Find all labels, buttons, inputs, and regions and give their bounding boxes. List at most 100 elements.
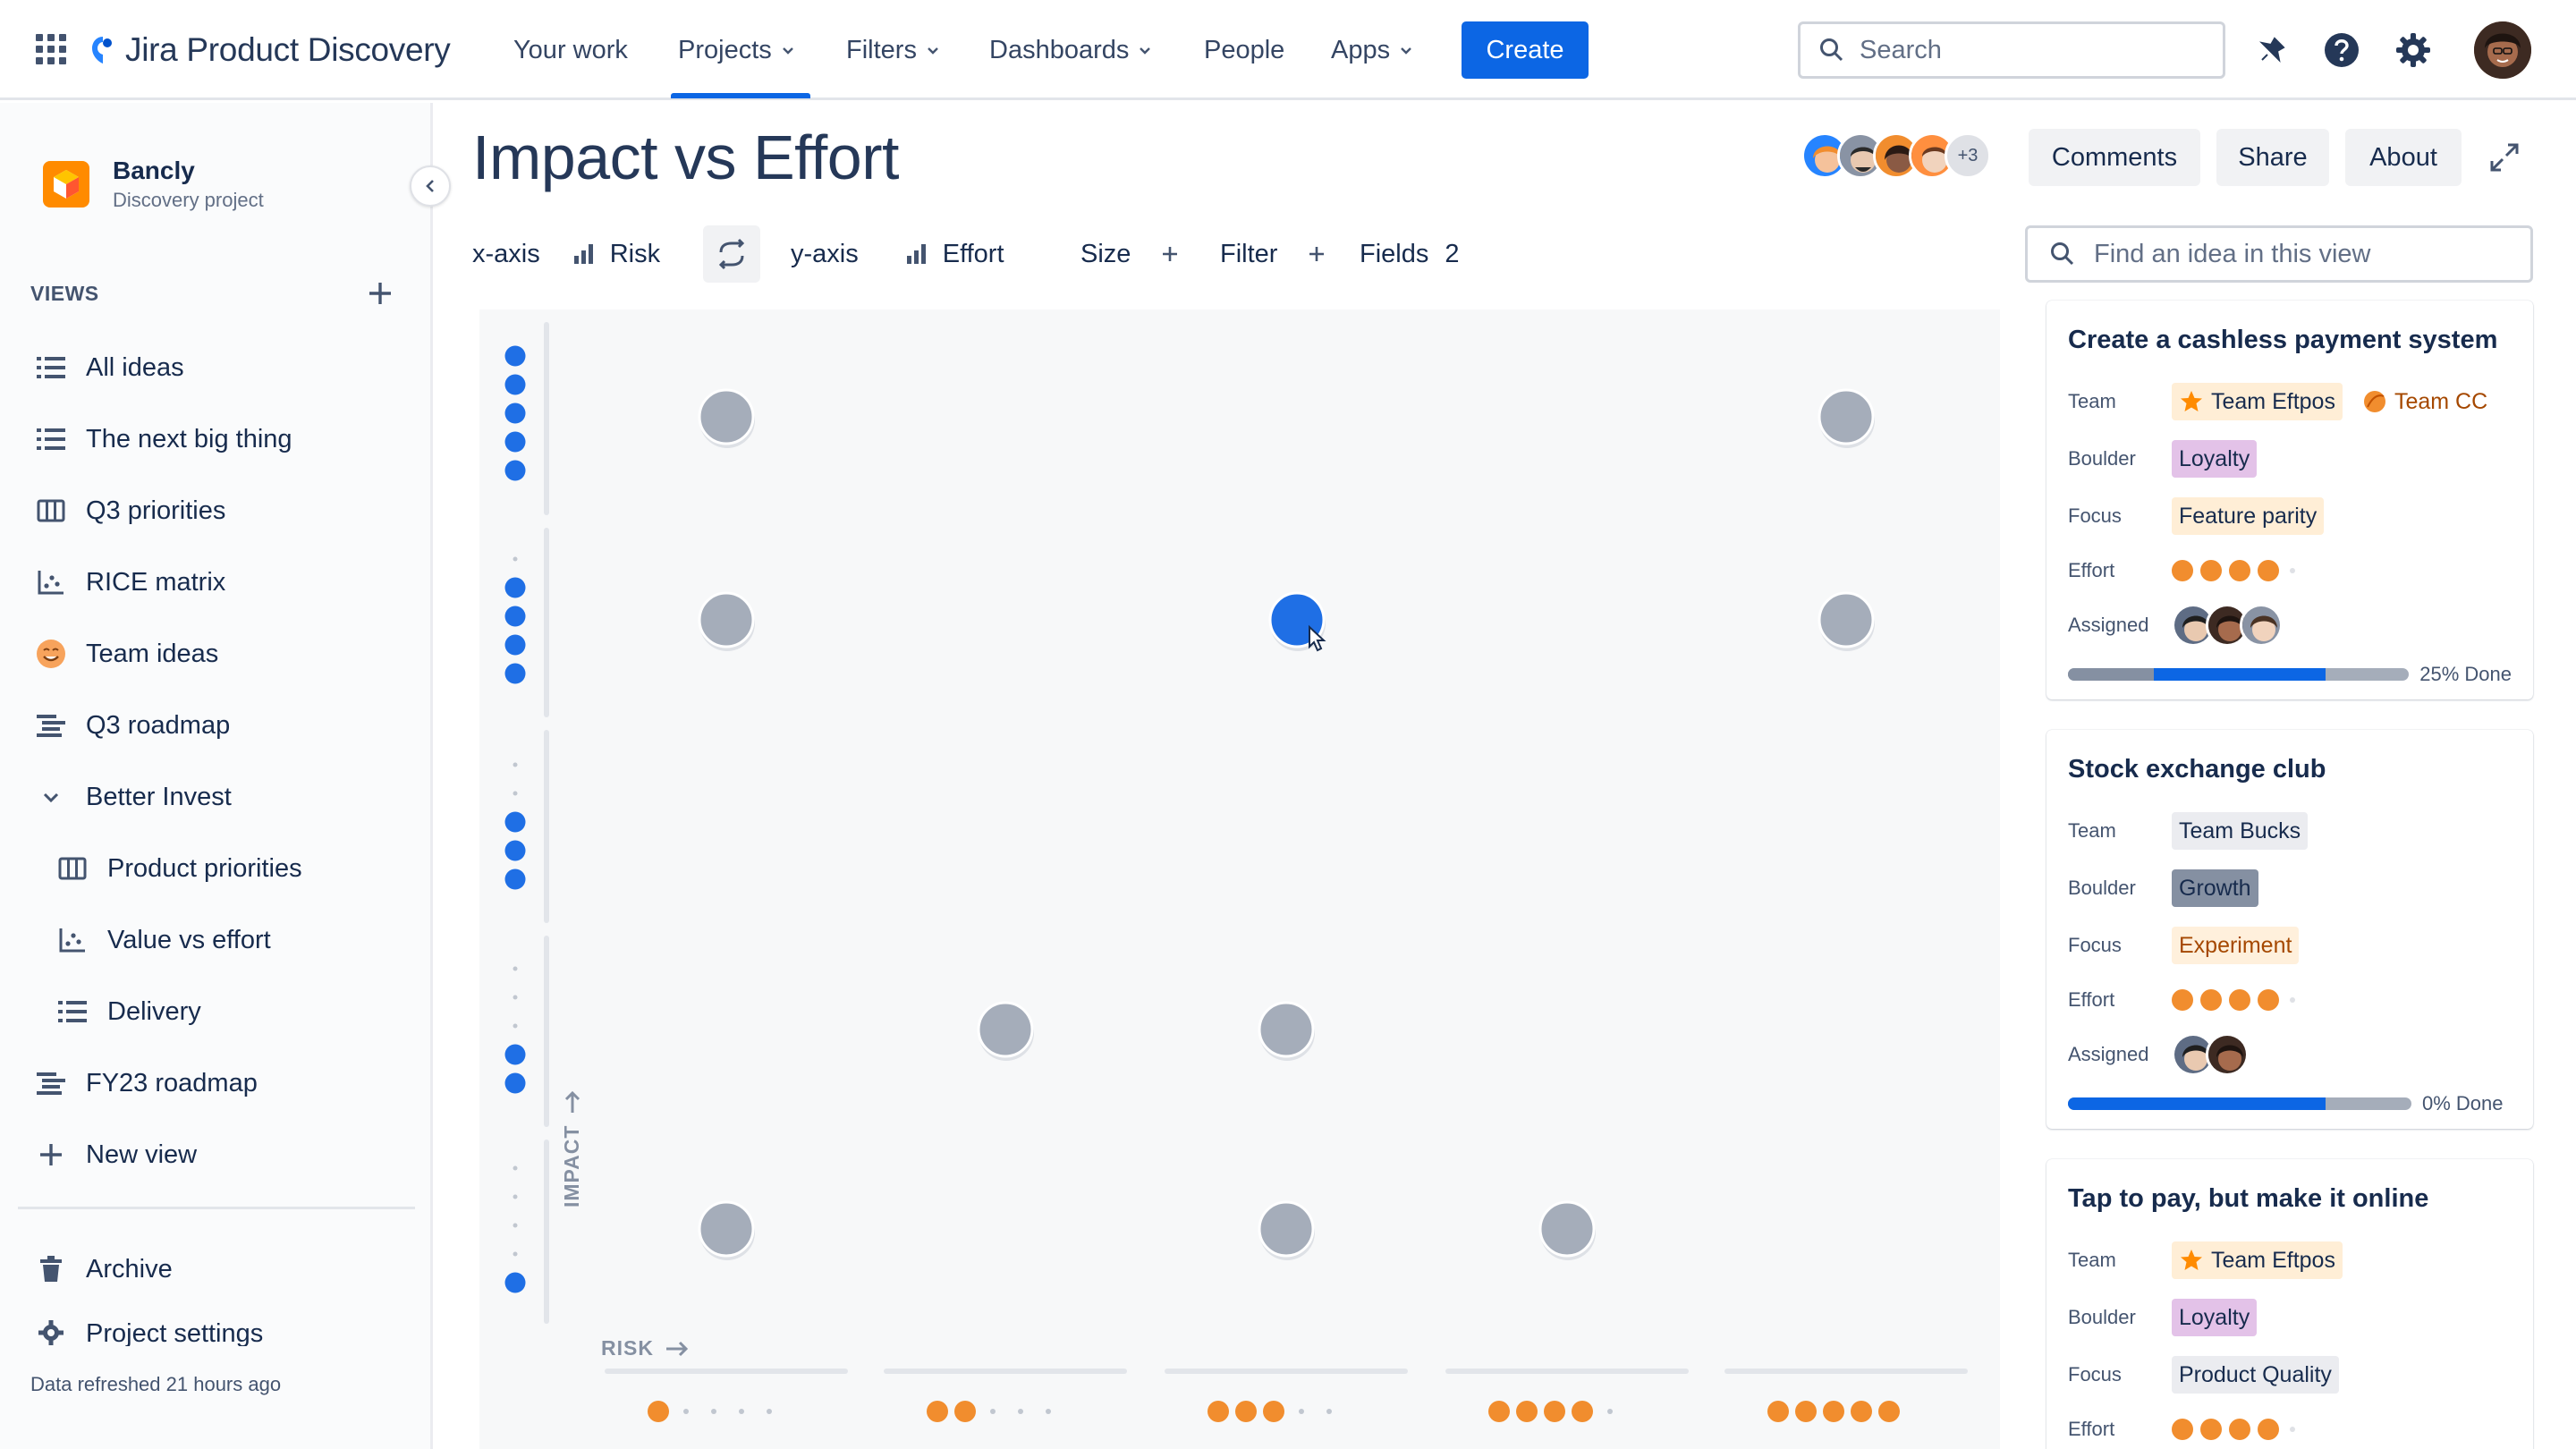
nav-dashboards[interactable]: Dashboards	[989, 25, 1152, 75]
idea-card[interactable]: Stock exchange club Team Team Bucks Bould…	[2046, 730, 2533, 1129]
idea-point-circle[interactable]	[698, 388, 755, 445]
nav-people[interactable]: People	[1204, 25, 1284, 75]
x-axis-control[interactable]: x-axis Risk	[472, 227, 660, 281]
sidebar-divider	[18, 1207, 415, 1209]
idea-point[interactable]	[1538, 1200, 1596, 1260]
idea-card[interactable]: Create a cashless payment system Team Tea…	[2046, 301, 2533, 699]
idea-point[interactable]	[698, 1200, 755, 1260]
find-idea-input[interactable]: Find an idea in this view	[2025, 225, 2533, 283]
idea-point-circle[interactable]	[1258, 1001, 1315, 1058]
assigned-avatars[interactable]	[2172, 1033, 2249, 1076]
idea-point-circle[interactable]	[698, 1200, 755, 1258]
focus-chip[interactable]: Product Quality	[2172, 1356, 2339, 1394]
fields-control[interactable]: Fields 2	[1360, 227, 1460, 281]
help-icon[interactable]	[2322, 30, 2361, 70]
boulder-chip[interactable]: Loyalty	[2172, 1299, 2258, 1336]
idea-point[interactable]	[1268, 591, 1326, 652]
sidebar-item-fy23-roadmap[interactable]: FY23 roadmap	[36, 1056, 258, 1110]
field-number-icon	[573, 244, 593, 264]
collapse-sidebar-button[interactable]	[410, 165, 451, 207]
sidebar-item-product-priorities[interactable]: Product priorities	[57, 842, 302, 895]
app-switcher-icon[interactable]	[36, 34, 66, 64]
add-view-icon[interactable]	[365, 278, 395, 309]
about-button[interactable]: About	[2345, 129, 2462, 186]
idea-point-circle[interactable]	[1538, 1200, 1596, 1258]
focus-chip[interactable]: Experiment	[2172, 927, 2300, 964]
sidebar-item-next-big-thing[interactable]: The next big thing	[36, 412, 292, 466]
progress-text: 0% Done	[2422, 1092, 2504, 1114]
nav-filters[interactable]: Filters	[846, 25, 940, 75]
effort-dot	[2200, 560, 2222, 581]
boulder-chip[interactable]: Growth	[2172, 869, 2258, 907]
nav-projects[interactable]: Projects	[678, 25, 795, 75]
idea-card[interactable]: Tap to pay, but make it online Team Team …	[2046, 1159, 2533, 1449]
create-button[interactable]: Create	[1462, 21, 1589, 79]
idea-point[interactable]	[1818, 388, 1875, 448]
fullscreen-icon[interactable]	[2485, 138, 2524, 177]
y-axis-dot	[513, 1023, 518, 1029]
nav-item-label: Filters	[846, 35, 917, 64]
effort-rating[interactable]	[2172, 989, 2295, 1011]
idea-point[interactable]	[977, 1001, 1034, 1061]
sidebar-group-better-invest[interactable]: Better Invest	[36, 770, 232, 824]
idea-point[interactable]	[698, 591, 755, 651]
idea-point-circle[interactable]	[1818, 591, 1875, 648]
idea-point-circle[interactable]	[1258, 1200, 1315, 1258]
global-search-input[interactable]: Search	[1798, 21, 2225, 79]
idea-point-circle[interactable]	[1818, 388, 1875, 445]
idea-point-circle[interactable]	[698, 591, 755, 648]
sidebar-item-project-settings[interactable]: Project settings	[36, 1314, 263, 1346]
idea-point[interactable]	[1818, 591, 1875, 651]
idea-card-title[interactable]: Stock exchange club	[2068, 755, 2512, 784]
product-logo[interactable]: Jira Product Discovery	[89, 25, 451, 75]
collaborator-avatars[interactable]: +3	[1801, 132, 1991, 179]
boulder-chip[interactable]: Loyalty	[2172, 440, 2258, 478]
settings-icon[interactable]	[2394, 30, 2433, 70]
x-axis-dot	[1018, 1409, 1023, 1414]
chevron-down-icon	[1140, 47, 1151, 55]
swap-axes-button[interactable]	[703, 225, 760, 283]
share-button[interactable]: Share	[2216, 129, 2329, 186]
sidebar-item-rice-matrix[interactable]: RICE matrix	[36, 555, 225, 609]
user-avatar[interactable]	[2474, 21, 2531, 79]
effort-rating[interactable]	[2172, 1419, 2295, 1440]
nav-your-work[interactable]: Your work	[513, 25, 628, 75]
effort-rating[interactable]	[2172, 560, 2295, 581]
progress-inprogress-segment	[2154, 668, 2326, 681]
team-chip[interactable]: Team Eftpos	[2172, 1241, 2343, 1279]
swap-icon	[718, 238, 745, 270]
project-header[interactable]: Bancly Discovery project	[43, 157, 264, 212]
team-chip[interactable]: Team Eftpos	[2172, 383, 2343, 420]
idea-card-title[interactable]: Create a cashless payment system	[2068, 326, 2512, 355]
sidebar-item-q3-roadmap[interactable]: Q3 roadmap	[36, 699, 230, 752]
idea-point[interactable]	[698, 388, 755, 448]
sidebar-item-label: The next big thing	[86, 424, 292, 453]
focus-chip[interactable]: Feature parity	[2172, 497, 2325, 535]
team-chip[interactable]: Team Bucks	[2172, 812, 2309, 850]
idea-point[interactable]	[1258, 1001, 1315, 1061]
assigned-avatars[interactable]	[2172, 604, 2283, 647]
new-view-button[interactable]: New view	[36, 1128, 197, 1182]
sidebar-item-archive[interactable]: Archive	[36, 1242, 173, 1296]
sidebar-item-value-vs-effort[interactable]: Value vs effort	[57, 913, 271, 967]
comments-button[interactable]: Comments	[2029, 129, 2200, 186]
size-control[interactable]: Size	[1080, 227, 1181, 281]
notifications-icon[interactable]	[2252, 30, 2292, 70]
x-axis-title-text: RISK	[601, 1336, 654, 1360]
sidebar-item-delivery[interactable]: Delivery	[57, 985, 201, 1038]
size-label: Size	[1080, 239, 1131, 268]
sidebar-item-all-ideas[interactable]: All ideas	[36, 341, 184, 394]
y-axis-dot	[504, 460, 526, 481]
field-label: Effort	[2068, 559, 2115, 581]
sidebar-item-team-ideas[interactable]: Team ideas	[36, 627, 218, 681]
idea-card-title[interactable]: Tap to pay, but make it online	[2068, 1184, 2512, 1214]
team-chip[interactable]: Team CC	[2354, 383, 2496, 420]
idea-point-circle[interactable]	[977, 1001, 1034, 1058]
y-axis-dot	[513, 762, 518, 767]
search-icon	[2051, 242, 2074, 266]
sidebar-item-q3-priorities[interactable]: Q3 priorities	[36, 484, 225, 538]
filter-control[interactable]: Filter	[1220, 227, 1327, 281]
idea-point[interactable]	[1258, 1200, 1315, 1260]
nav-apps[interactable]: Apps	[1331, 25, 1413, 75]
y-axis-control[interactable]: y-axis Effort	[791, 227, 1004, 281]
